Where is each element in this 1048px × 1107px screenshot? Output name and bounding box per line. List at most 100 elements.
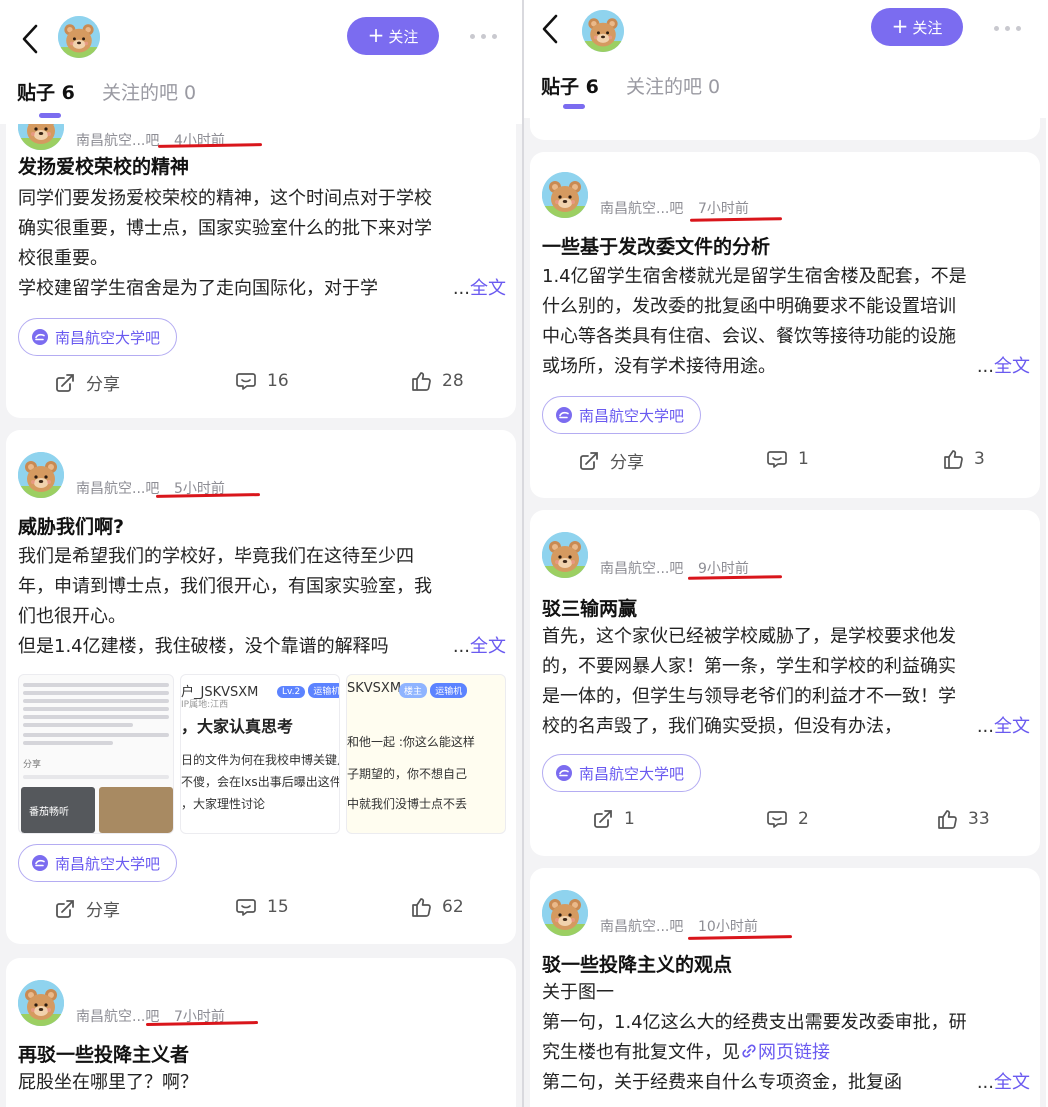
follow-button[interactable]: + 关注 (347, 17, 439, 55)
bar-tag-chip[interactable]: 南昌航空大学吧 (542, 754, 702, 792)
back-icon[interactable] (538, 12, 562, 46)
post-card[interactable]: 南昌航空...吧 4小时前 发扬爱校荣校的精神 同学们要发扬爱校荣校的精神，这个… (6, 100, 516, 418)
post-body-line: 第一句，1.4亿这么大的经费支出需要发改委审批，研 (542, 1012, 967, 1033)
more-icon[interactable] (994, 26, 1022, 32)
comment-button[interactable]: 16 (235, 370, 289, 392)
full-text-link[interactable]: ...全文 (453, 274, 506, 304)
bear-avatar[interactable] (542, 890, 588, 936)
comment-button[interactable]: 1 (766, 448, 809, 470)
comment-icon (235, 896, 257, 918)
tab-indicator (39, 113, 61, 118)
post-title[interactable]: 一些基于发改委文件的分析 (542, 232, 770, 259)
red-underline-annotation (689, 217, 783, 222)
post-body-line: 年，申请到博士点，我们很开心，有国家实验室，我 (18, 576, 432, 597)
post-body-line: 第二句，关于经费来自什么专项资金，批复函 (542, 1072, 902, 1093)
post-body-line: 学校建留学生宿舍是为了走向国际化，对于学 (18, 278, 378, 299)
bar-name[interactable]: 南昌航空...吧 (600, 198, 683, 218)
post-body-line: 是一体的，但学生与领导老爷们的利益才不一致！学 (542, 686, 956, 707)
left-screenshot-panel: 南昌航空...吧 4小时前 发扬爱校荣校的精神 同学们要发扬爱校荣校的精神，这个… (0, 0, 522, 1107)
bar-tag-chip[interactable]: 南昌航空大学吧 (18, 318, 178, 356)
bear-avatar[interactable] (18, 452, 64, 498)
post-title[interactable]: 发扬爱校荣校的精神 (18, 152, 189, 179)
post-title[interactable]: 再驳一些投降主义者 (18, 1040, 189, 1067)
comment-button[interactable]: 2 (766, 808, 809, 830)
post-card[interactable]: 南昌航空...吧 9小时前 驳三输两赢 首先，这个家伙已经被学校威胁了，是学校要… (530, 510, 1040, 856)
tab-posts[interactable]: 贴子 6 (17, 78, 75, 105)
post-title[interactable]: 驳一些投降主义的观点 (542, 950, 732, 977)
post-card[interactable]: 南昌航空...吧 10小时前 驳一些投降主义的观点 关于图一 第一句，1.4亿这… (530, 868, 1040, 1107)
bar-name[interactable]: 南昌航空...吧 (76, 130, 159, 150)
share-button[interactable]: 分享 (578, 448, 644, 473)
post-body-line: 校的名声毁了，我们确实受损，但没有办法， (542, 716, 902, 737)
post-image[interactable]: 户_JSKVSXM Lv.2 运输机 IP属地:江西 ，大家认真思考 日的文件为… (180, 674, 340, 834)
post-image[interactable]: 分享 番茄畅听 (18, 674, 174, 834)
post-body[interactable]: 同学们要发扬爱校荣校的精神，这个时间点对于学校 确实很重要，博士点，国家实验室什… (18, 184, 506, 304)
like-button[interactable]: 33 (936, 808, 990, 830)
post-image-grid: 分享 番茄畅听 户_JSKVSXM Lv.2 运输机 IP属地:江西 ，大家认真… (18, 674, 506, 834)
bar-tag-chip[interactable]: 南昌航空大学吧 (542, 396, 702, 434)
follow-button[interactable]: + 关注 (871, 8, 963, 46)
full-text-link[interactable]: ...全文 (977, 1068, 1030, 1098)
full-text-link[interactable]: ...全文 (453, 632, 506, 662)
like-icon (410, 370, 432, 392)
bar-tag-chip[interactable]: 南昌航空大学吧 (18, 844, 178, 882)
post-card[interactable]: 南昌航空...吧 7小时前 再驳一些投降主义者 屁股坐在哪里了？啊？ (6, 958, 516, 1107)
full-text-link[interactable]: ...全文 (977, 712, 1030, 742)
tab-posts[interactable]: 贴子 6 (541, 72, 599, 99)
post-body[interactable]: 1.4亿留学生宿舍楼就光是留学生宿舍楼及配套，不是 什么别的，发改委的批复函中明… (542, 262, 1030, 382)
post-body[interactable]: 屁股坐在哪里了？啊？ (18, 1068, 506, 1098)
share-button[interactable]: 分享 (54, 370, 120, 395)
post-body-line: 同学们要发扬爱校荣校的精神，这个时间点对于学校 (18, 188, 432, 209)
share-icon (592, 808, 614, 830)
like-button[interactable]: 3 (942, 448, 985, 470)
bar-name[interactable]: 南昌航空...吧 (76, 478, 159, 498)
share-icon (54, 898, 76, 920)
post-image[interactable]: SKVSXM 楼主 运输机 和他一起 :你这么能这样 子期望的，你不想自己 中就… (346, 674, 506, 834)
like-icon (936, 808, 958, 830)
comment-icon (766, 448, 788, 470)
bear-avatar[interactable] (542, 172, 588, 218)
back-icon[interactable] (18, 22, 42, 56)
post-title[interactable]: 威胁我们啊? (18, 512, 124, 539)
post-title[interactable]: 驳三输两赢 (542, 594, 637, 621)
post-actions: 1 2 33 (530, 808, 1040, 838)
bar-name[interactable]: 南昌航空...吧 (600, 558, 683, 578)
post-body[interactable]: 我们是希望我们的学校好，毕竟我们在这待至少四 年，申请到博士点，我们很开心，有国… (18, 542, 506, 662)
post-body-line: 关于图一 (542, 982, 614, 1003)
bear-avatar[interactable] (18, 980, 64, 1026)
bar-name[interactable]: 南昌航空...吧 (600, 916, 683, 936)
bear-avatar[interactable] (542, 532, 588, 578)
comment-icon (766, 808, 788, 830)
bear-avatar[interactable] (582, 10, 624, 52)
post-card[interactable]: 南昌航空...吧 7小时前 一些基于发改委文件的分析 1.4亿留学生宿舍楼就光是… (530, 152, 1040, 498)
more-icon[interactable] (470, 34, 498, 40)
red-underline-annotation (687, 575, 783, 580)
tab-followed-bars[interactable]: 关注的吧 0 (626, 72, 720, 99)
bar-icon (555, 764, 573, 782)
post-card[interactable]: 南昌航空...吧 5小时前 威胁我们啊? 我们是希望我们的学校好，毕竟我们在这待… (6, 430, 516, 944)
post-body-line: 1.4亿留学生宿舍楼就光是留学生宿舍楼及配套，不是 (542, 266, 967, 287)
share-icon (54, 372, 76, 394)
post-body-line: 确实很重要，博士点，国家实验室什么的批下来对学 (18, 218, 432, 239)
full-text-link[interactable]: ...全文 (977, 352, 1030, 382)
like-button[interactable]: 28 (410, 370, 464, 392)
tab-indicator (563, 104, 585, 109)
post-body-line: 校很重要。 (18, 248, 108, 269)
share-icon (578, 450, 600, 472)
post-body[interactable]: 首先，这个家伙已经被学校威胁了，是学校要求他发 的，不要网暴人家！第一条，学生和… (542, 622, 1030, 742)
top-bar: + 关注 贴子 6 关注的吧 0 (0, 0, 522, 124)
post-body-line: 或场所，没有学术接待用途。 (542, 356, 776, 377)
red-underline-annotation (687, 935, 793, 940)
post-body-line: 屁股坐在哪里了？啊？ (18, 1072, 198, 1093)
post-body-line: 我们是希望我们的学校好，毕竟我们在这待至少四 (18, 546, 414, 567)
share-button[interactable]: 1 (592, 808, 635, 830)
top-bar: + 关注 贴子 6 关注的吧 0 (524, 0, 1046, 118)
share-button[interactable]: 分享 (54, 896, 120, 921)
comment-button[interactable]: 15 (235, 896, 289, 918)
tab-followed-bars[interactable]: 关注的吧 0 (102, 78, 196, 105)
bar-icon (31, 854, 49, 872)
post-body[interactable]: 关于图一 第一句，1.4亿这么大的经费支出需要发改委审批，研 究生楼也有批复文件… (542, 978, 1030, 1098)
web-link[interactable]: 网页链接 (740, 1042, 830, 1063)
like-button[interactable]: 62 (410, 896, 464, 918)
bear-avatar[interactable] (58, 16, 100, 58)
